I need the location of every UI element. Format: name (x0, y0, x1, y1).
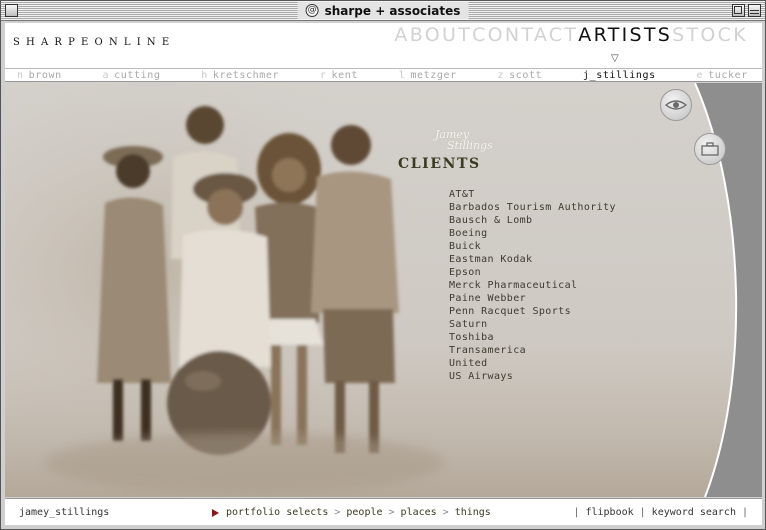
footer-tools: | flipbook | keyword search | (573, 507, 748, 518)
artist-initial: e (696, 69, 704, 81)
artist-link-tucker[interactable]: e tucker (697, 70, 748, 81)
top-nav: ABOUT CONTACT ARTISTS STOCK (394, 24, 748, 46)
zoom-box-icon[interactable] (732, 4, 745, 17)
artist-name: tucker (708, 69, 748, 81)
nav-contact[interactable]: CONTACT (472, 24, 578, 46)
side-panel-curve (694, 83, 762, 497)
close-box-icon[interactable] (5, 4, 18, 17)
nav-active-marker-icon: ▽ (611, 53, 619, 64)
clients-list: AT&T Barbados Tourism Authority Bausch &… (449, 188, 616, 383)
nav-about[interactable]: ABOUT (394, 24, 472, 46)
globe-icon: @ (305, 4, 319, 17)
list-item: US Airways (449, 371, 514, 382)
signature-last-name: Stillings (447, 139, 493, 152)
clients-heading: CLIENTS (398, 156, 481, 172)
crumb-separator: > (442, 507, 449, 518)
portfolio-breadcrumb: portfolio selects > people > places > th… (212, 507, 491, 518)
artist-bar: n brown a cutting h kretschmer r kent l metzg… (5, 68, 762, 82)
tool-separator: | (573, 507, 580, 518)
artist-initial: l (398, 69, 406, 81)
artist-signature: Jamey Stillings (435, 129, 493, 151)
list-item: Boeing (449, 228, 488, 239)
artist-name: kretschmer (212, 69, 280, 81)
artist-link-kent[interactable]: r kent (320, 70, 358, 81)
windowshade-box-icon[interactable] (748, 4, 761, 17)
list-item: Merck Pharmaceutical (449, 280, 578, 291)
site-header: SHARPEONLINE ABOUT CONTACT ARTISTS STOCK… (5, 23, 762, 68)
artist-initial: n (17, 69, 24, 81)
list-item: Toshiba (449, 332, 494, 343)
crumb-portfolio-selects[interactable]: portfolio selects (226, 507, 328, 518)
title-box: @ sharpe + associates (297, 2, 469, 19)
artist-name: j_stillings (582, 69, 656, 81)
artist-link-kretschmer[interactable]: h kretschmer (201, 70, 279, 81)
window-title: sharpe + associates (324, 3, 461, 18)
site-footer: jamey_stillings portfolio selects > peop… (5, 498, 762, 525)
artist-link-cutting[interactable]: a cutting (103, 70, 161, 81)
list-item: Epson (449, 267, 482, 278)
crumb-separator: > (388, 507, 395, 518)
flipbook-link[interactable]: flipbook (585, 507, 633, 518)
crumb-places[interactable]: places (401, 507, 437, 518)
view-eye-button[interactable] (660, 89, 692, 121)
main-content: Jamey Stillings CLIENTS AT&T Barbados To… (5, 83, 762, 497)
title-bar[interactable]: @ sharpe + associates (1, 1, 765, 21)
list-item: Bausch & Lomb (449, 215, 533, 226)
crumb-separator: > (334, 507, 341, 518)
artist-initial: a (102, 69, 110, 81)
nav-stock[interactable]: STOCK (672, 24, 748, 46)
keyword-search-link[interactable]: keyword search (652, 507, 736, 518)
artist-link-metzger[interactable]: l metzger (399, 70, 457, 81)
crumb-things[interactable]: things (455, 507, 491, 518)
list-item: Barbados Tourism Authority (449, 202, 616, 213)
artist-name: metzger (410, 69, 457, 81)
list-item: Buick (449, 241, 482, 252)
footer-artist-name: jamey_stillings (19, 507, 110, 518)
artist-name: cutting (114, 69, 161, 81)
list-item: Saturn (449, 319, 488, 330)
artist-link-scott[interactable]: z scott (497, 70, 542, 81)
tool-separator: | (639, 507, 646, 518)
artist-name: brown (28, 69, 62, 81)
artist-link-brown[interactable]: n brown (17, 70, 62, 81)
play-icon (212, 508, 219, 517)
crumb-people[interactable]: people (346, 507, 382, 518)
list-item: Transamerica (449, 345, 527, 356)
eye-icon (665, 100, 687, 110)
artist-name: scott (509, 69, 543, 81)
tool-separator: | (741, 507, 748, 518)
browser-window: @ sharpe + associates SHARPEONLINE ABOUT… (0, 0, 766, 530)
site-logo[interactable]: SHARPEONLINE (13, 37, 175, 48)
artist-initial: h (201, 69, 208, 81)
artist-name: kent (331, 69, 358, 81)
list-item: AT&T (449, 189, 475, 200)
list-item: Penn Racquet Sports (449, 306, 571, 317)
list-item: United (449, 358, 488, 369)
list-item: Eastman Kodak (449, 254, 533, 265)
list-item: Paine Webber (449, 293, 527, 304)
briefcase-icon (701, 142, 719, 156)
portfolio-briefcase-button[interactable] (694, 133, 726, 165)
artist-initial: z (497, 69, 505, 81)
artist-initial: r (319, 69, 327, 81)
nav-artists[interactable]: ARTISTS (578, 24, 672, 46)
artist-link-stillings[interactable]: j_stillings (583, 70, 656, 81)
